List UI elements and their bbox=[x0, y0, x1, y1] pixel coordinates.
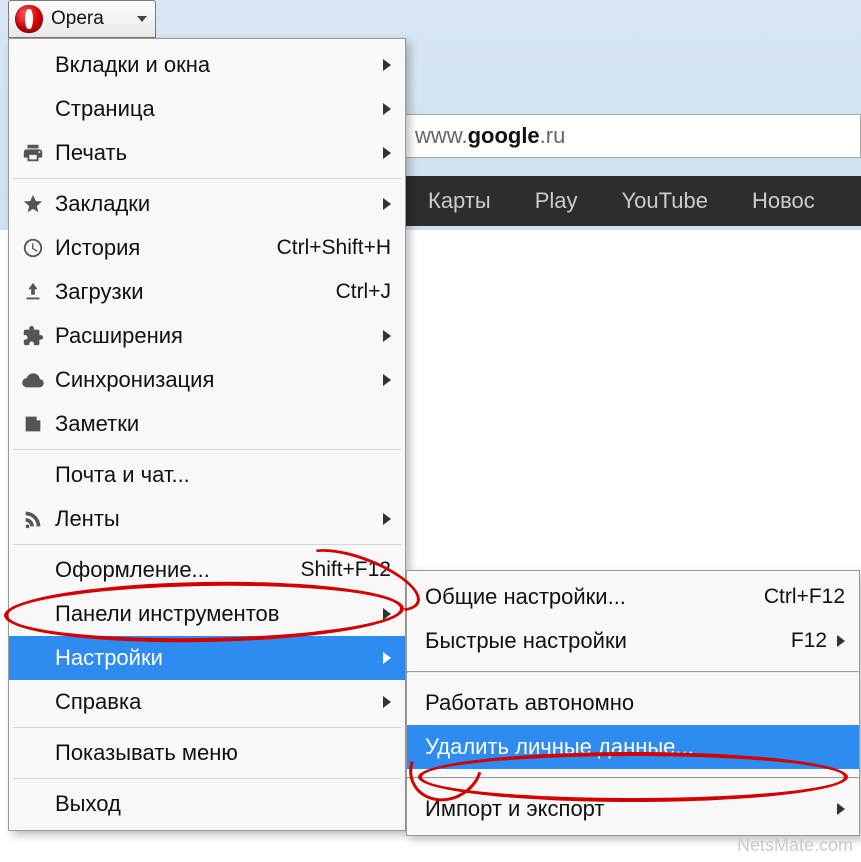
menu-page-label: Страница bbox=[55, 96, 373, 122]
menu-exit-label: Выход bbox=[55, 791, 391, 817]
submenu-import[interactable]: Импорт и экспорт bbox=[407, 787, 859, 831]
menu-extensions[interactable]: Расширения bbox=[9, 314, 405, 358]
submenu-arrow-icon bbox=[383, 696, 391, 708]
menu-tabs[interactable]: Вкладки и окна bbox=[9, 43, 405, 87]
menu-separator bbox=[13, 178, 401, 179]
menu-themes-label: Оформление... bbox=[55, 557, 301, 583]
submenu-import-label: Импорт и экспорт bbox=[425, 796, 827, 822]
rss-icon bbox=[17, 508, 49, 530]
opera-logo-icon bbox=[15, 5, 43, 33]
opera-main-menu: Вкладки и окна Страница Печать Закладки … bbox=[8, 38, 406, 831]
menu-print-label: Печать bbox=[55, 140, 373, 166]
menu-help[interactable]: Справка bbox=[9, 680, 405, 724]
url-prefix: www. bbox=[415, 123, 468, 149]
submenu-general-shortcut: Ctrl+F12 bbox=[764, 585, 845, 609]
menu-settings-label: Настройки bbox=[55, 645, 373, 671]
menu-tabs-label: Вкладки и окна bbox=[55, 52, 373, 78]
menu-separator bbox=[13, 727, 401, 728]
menu-separator bbox=[13, 449, 401, 450]
menu-history-shortcut: Ctrl+Shift+H bbox=[277, 236, 391, 260]
menu-mail-label: Почта и чат... bbox=[55, 462, 391, 488]
submenu-arrow-icon bbox=[383, 59, 391, 71]
menu-downloads-shortcut: Ctrl+J bbox=[336, 280, 391, 304]
menu-feeds-label: Ленты bbox=[55, 506, 373, 532]
submenu-arrow-icon bbox=[383, 147, 391, 159]
submenu-delete-private[interactable]: Удалить личные данные... bbox=[407, 725, 859, 769]
url-host: google bbox=[468, 123, 540, 149]
nav-maps[interactable]: Карты bbox=[428, 188, 491, 214]
menu-exit[interactable]: Выход bbox=[9, 782, 405, 826]
note-icon bbox=[17, 413, 49, 435]
menu-themes-shortcut: Shift+F12 bbox=[301, 558, 391, 582]
puzzle-icon bbox=[17, 325, 49, 347]
opera-button-label: Opera bbox=[51, 8, 104, 30]
submenu-offline[interactable]: Работать автономно bbox=[407, 681, 859, 725]
nav-play[interactable]: Play bbox=[535, 188, 578, 214]
menu-separator bbox=[407, 777, 859, 779]
google-navbar: Карты Play YouTube Новос bbox=[406, 176, 861, 226]
menu-extensions-label: Расширения bbox=[55, 323, 373, 349]
menu-separator bbox=[13, 778, 401, 779]
menu-history-label: История bbox=[55, 235, 277, 261]
menu-bookmarks-label: Закладки bbox=[55, 191, 373, 217]
menu-toolbars-label: Панели инструментов bbox=[55, 601, 373, 627]
menu-page[interactable]: Страница bbox=[9, 87, 405, 131]
submenu-quick-label: Быстрые настройки bbox=[425, 628, 791, 654]
submenu-quick[interactable]: Быстрые настройки F12 bbox=[407, 619, 859, 663]
nav-youtube[interactable]: YouTube bbox=[622, 188, 708, 214]
menu-sync-label: Синхронизация bbox=[55, 367, 373, 393]
print-icon bbox=[17, 142, 49, 164]
chevron-down-icon bbox=[137, 16, 147, 22]
submenu-arrow-icon bbox=[383, 652, 391, 664]
menu-mail[interactable]: Почта и чат... bbox=[9, 453, 405, 497]
menu-separator bbox=[407, 671, 859, 673]
download-icon bbox=[17, 281, 49, 303]
opera-menu-button[interactable]: Opera bbox=[8, 0, 156, 38]
submenu-arrow-icon bbox=[383, 198, 391, 210]
menu-showmenu-label: Показывать меню bbox=[55, 740, 391, 766]
menu-downloads-label: Загрузки bbox=[55, 279, 336, 305]
menu-toolbars[interactable]: Панели инструментов bbox=[9, 592, 405, 636]
submenu-arrow-icon bbox=[837, 803, 845, 815]
watermark: NetsMate.com bbox=[737, 835, 853, 856]
clock-icon bbox=[17, 237, 49, 259]
menu-bookmarks[interactable]: Закладки bbox=[9, 182, 405, 226]
submenu-general[interactable]: Общие настройки... Ctrl+F12 bbox=[407, 575, 859, 619]
menu-separator bbox=[13, 544, 401, 545]
menu-showmenu[interactable]: Показывать меню bbox=[9, 731, 405, 775]
submenu-arrow-icon bbox=[383, 330, 391, 342]
submenu-general-label: Общие настройки... bbox=[425, 584, 764, 610]
submenu-arrow-icon bbox=[383, 608, 391, 620]
menu-feeds[interactable]: Ленты bbox=[9, 497, 405, 541]
submenu-delete-label: Удалить личные данные... bbox=[425, 734, 845, 760]
submenu-quick-shortcut: F12 bbox=[791, 629, 827, 653]
menu-notes[interactable]: Заметки bbox=[9, 402, 405, 446]
menu-downloads[interactable]: Загрузки Ctrl+J bbox=[9, 270, 405, 314]
menu-print[interactable]: Печать bbox=[9, 131, 405, 175]
submenu-arrow-icon bbox=[383, 513, 391, 525]
url-suffix: .ru bbox=[540, 123, 566, 149]
address-bar[interactable]: www.google.ru bbox=[400, 114, 861, 158]
submenu-offline-label: Работать автономно bbox=[425, 690, 845, 716]
submenu-arrow-icon bbox=[837, 635, 845, 647]
star-icon bbox=[17, 193, 49, 215]
menu-settings[interactable]: Настройки bbox=[9, 636, 405, 680]
submenu-arrow-icon bbox=[383, 374, 391, 386]
menu-notes-label: Заметки bbox=[55, 411, 391, 437]
menu-sync[interactable]: Синхронизация bbox=[9, 358, 405, 402]
nav-news[interactable]: Новос bbox=[752, 188, 815, 214]
settings-submenu: Общие настройки... Ctrl+F12 Быстрые наст… bbox=[406, 570, 860, 836]
menu-history[interactable]: История Ctrl+Shift+H bbox=[9, 226, 405, 270]
menu-help-label: Справка bbox=[55, 689, 373, 715]
submenu-arrow-icon bbox=[383, 103, 391, 115]
cloud-icon bbox=[17, 369, 49, 391]
menu-themes[interactable]: Оформление... Shift+F12 bbox=[9, 548, 405, 592]
